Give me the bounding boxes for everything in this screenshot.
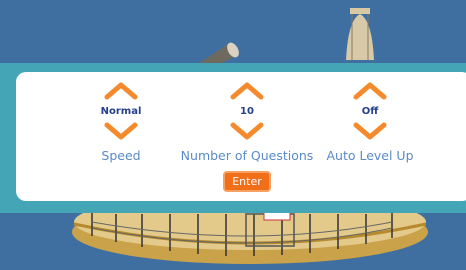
game-stage: Normal Speed 10 Number of Questions Off	[0, 0, 466, 270]
enter-button[interactable]: Enter	[223, 171, 271, 192]
chevron-down-icon[interactable]	[104, 122, 138, 140]
settings-panel: Normal Speed 10 Number of Questions Off	[16, 72, 466, 201]
chevron-up-icon[interactable]	[104, 82, 138, 100]
auto-level-up-setting: Off Auto Level Up	[295, 82, 445, 163]
chevron-down-icon[interactable]	[353, 122, 387, 140]
auto-level-up-value: Off	[361, 106, 379, 117]
chevron-up-icon[interactable]	[353, 82, 387, 100]
auto-level-up-label: Auto Level Up	[326, 148, 414, 163]
chevron-down-icon[interactable]	[230, 122, 264, 140]
chevron-up-icon[interactable]	[230, 82, 264, 100]
